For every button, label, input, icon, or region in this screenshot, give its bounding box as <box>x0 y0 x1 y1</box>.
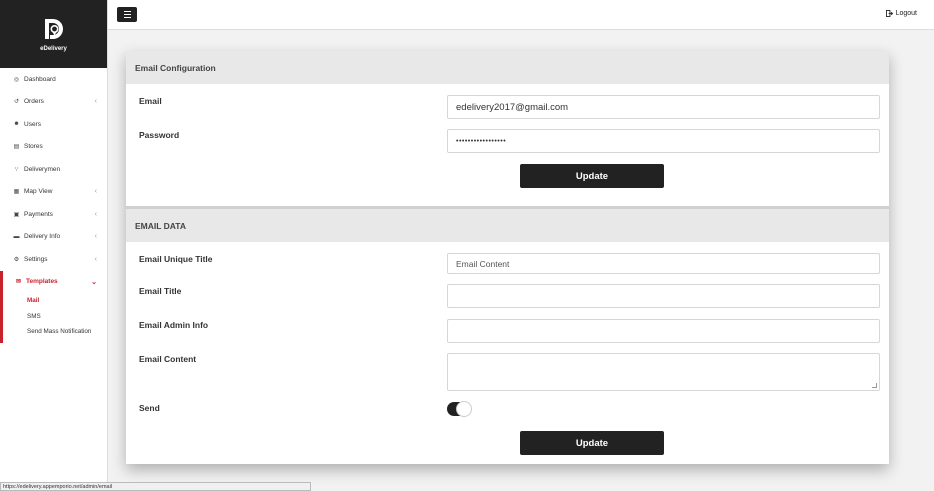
logout-label: Logout <box>895 10 917 17</box>
sidebar-item-templates[interactable]: ✉ Templates ⌄ <box>3 271 107 294</box>
sidebar-item-label: Settings <box>24 255 48 263</box>
email-admin-info-field[interactable] <box>447 319 880 343</box>
hamburger-line <box>123 11 131 13</box>
email-content-textarea[interactable] <box>447 353 880 391</box>
map-icon: ▦ <box>13 189 20 196</box>
hamburger-line <box>123 16 131 18</box>
email-content-label: Email Content <box>139 354 197 364</box>
sidebar-templates-group: ✉ Templates ⌄ Mail SMS Send Mass Notific… <box>0 270 107 343</box>
brand-name: eDelivery <box>40 45 67 52</box>
sidebar: eDelivery ◎ Dashboard ↺ Orders ‹ ☻ Users… <box>0 0 108 491</box>
browser-status-url: https://edelivery.appemporio.net/admin/e… <box>0 482 311 491</box>
money-icon: ▣ <box>13 211 20 218</box>
email-label: Email <box>139 96 162 106</box>
chevron-left-icon: ‹ <box>94 98 97 106</box>
email-settings-panel: Email Configuration Email edelivery2017@… <box>126 51 889 464</box>
password-label: Password <box>139 130 180 140</box>
topbar: Logout <box>108 0 934 30</box>
sidebar-item-label: Templates <box>26 278 58 286</box>
sidebar-item-deliverymen[interactable]: ∵ Deliverymen <box>0 158 107 181</box>
building-icon: ▤ <box>13 144 20 151</box>
menu-toggle-button[interactable] <box>117 7 137 22</box>
email-unique-title-field[interactable]: Email Content <box>447 253 880 274</box>
chevron-left-icon: ‹ <box>94 233 97 241</box>
sidebar-item-payments[interactable]: ▣ Payments ‹ <box>0 203 107 226</box>
history-icon: ↺ <box>13 99 20 106</box>
sidebar-item-label: Stores <box>24 143 43 151</box>
email-title-field[interactable] <box>447 284 880 308</box>
brand-logo-icon <box>44 18 63 39</box>
sidebar-item-label: Users <box>24 120 41 128</box>
resize-grip-icon[interactable] <box>872 383 877 388</box>
sidebar-item-users[interactable]: ☻ Users <box>0 113 107 136</box>
gear-icon: ⚙ <box>13 256 20 263</box>
email-unique-title-label: Email Unique Title <box>139 254 213 264</box>
email-admin-info-label: Email Admin Info <box>139 320 209 330</box>
sidebar-item-label: Map View <box>24 188 53 196</box>
user-icon: ☻ <box>13 121 20 128</box>
sidebar-item-label: Delivery Info <box>24 233 61 241</box>
chevron-left-icon: ‹ <box>94 210 97 218</box>
sidebar-subitem-sms[interactable]: SMS <box>3 309 107 325</box>
templates-submenu: Mail SMS Send Mass Notification <box>3 293 107 343</box>
email-field[interactable]: edelivery2017@gmail.com <box>447 95 880 119</box>
sidebar-item-orders[interactable]: ↺ Orders ‹ <box>0 91 107 114</box>
dashboard-icon: ◎ <box>13 76 20 83</box>
motorcycle-icon: ∵ <box>14 166 19 173</box>
logout-icon <box>885 10 893 17</box>
sidebar-item-dashboard[interactable]: ◎ Dashboard <box>0 68 107 91</box>
chevron-down-icon: ⌄ <box>91 278 97 286</box>
sidebar-item-map-view[interactable]: ▦ Map View ‹ <box>0 181 107 204</box>
truck-icon: ▬ <box>13 233 20 240</box>
toggle-knob <box>456 401 472 417</box>
logout-link[interactable]: Logout <box>885 10 917 17</box>
chevron-left-icon: ‹ <box>94 188 97 196</box>
sidebar-item-label: Deliverymen <box>24 165 61 173</box>
email-configuration-heading: Email Configuration <box>126 51 889 84</box>
sidebar-item-delivery-info[interactable]: ▬ Delivery Info ‹ <box>0 226 107 249</box>
sidebar-subitem-mail[interactable]: Mail <box>3 293 107 309</box>
sidebar-item-label: Orders <box>24 98 44 106</box>
send-label: Send <box>139 403 160 413</box>
sidebar-item-settings[interactable]: ⚙ Settings ‹ <box>0 248 107 271</box>
update-email-data-button[interactable]: Update <box>520 431 664 455</box>
sidebar-subitem-send-mass-notification[interactable]: Send Mass Notification <box>3 324 107 340</box>
sidebar-item-label: Dashboard <box>24 75 56 83</box>
hamburger-line <box>123 13 131 16</box>
send-toggle[interactable] <box>447 401 472 417</box>
password-field[interactable]: ••••••••••••••••• <box>447 129 880 153</box>
email-title-label: Email Title <box>139 286 182 296</box>
envelope-icon: ✉ <box>15 279 22 286</box>
sidebar-item-label: Payments <box>24 210 53 218</box>
brand-header[interactable]: eDelivery <box>0 0 107 68</box>
email-data-heading: EMAIL DATA <box>126 206 889 242</box>
sidebar-item-stores[interactable]: ▤ Stores <box>0 136 107 159</box>
chevron-left-icon: ‹ <box>94 255 97 263</box>
sidebar-menu: ◎ Dashboard ↺ Orders ‹ ☻ Users ▤ Stores … <box>0 68 107 271</box>
update-config-button[interactable]: Update <box>520 164 664 188</box>
